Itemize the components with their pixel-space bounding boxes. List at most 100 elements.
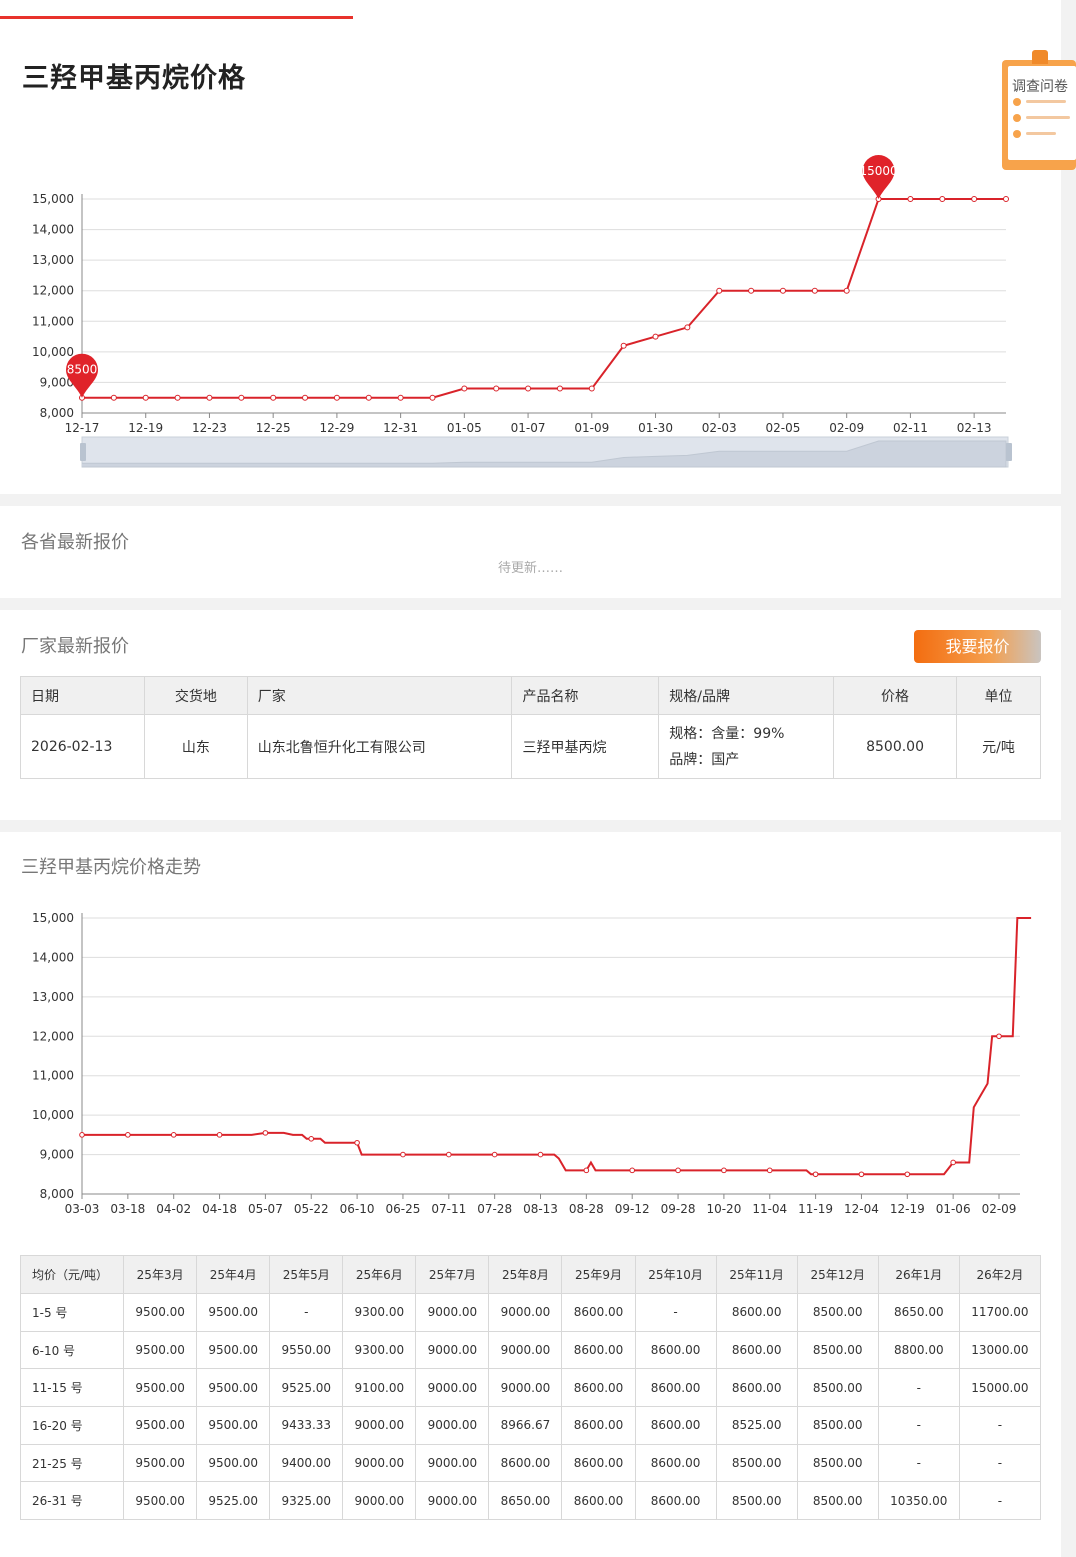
x-tick-label: 08-28 [569,1202,604,1216]
x-tick-label: 02-11 [893,421,928,435]
col-header: 26年2月 [958,1255,1042,1294]
y-tick-label: 9,000 [40,1148,74,1162]
data-point [950,1159,956,1166]
price-cell: 9525.00 [269,1368,344,1408]
y-tick-label: 10,000 [32,1108,74,1122]
price-cell: 9500.00 [123,1406,198,1445]
x-tick-label: 12-04 [844,1202,879,1216]
pin-label: 8500 [67,363,98,377]
price-cell: 8600.00 [715,1368,798,1408]
data-point [779,287,786,294]
y-tick-label: 14,000 [32,950,74,964]
row-label-cell: 26-31 号 [19,1481,125,1521]
x-tick-label: 01-09 [574,421,609,435]
price-cell: 9000.00 [415,1330,490,1370]
col-header: 25年6月 [342,1255,417,1294]
col-header: 均价（元/吨） [19,1255,125,1294]
price-cell: 9433.33 [269,1406,344,1445]
table-row: 1-5 号 9500.00 9500.00-9300.00 9000.00 9000.0… [19,1293,1042,1332]
row-label-cell: 11-15 号 [19,1368,125,1408]
data-point [766,1167,773,1174]
data-point [142,394,149,401]
price-cell: 9000.00 [342,1406,417,1445]
col-header: 日期 [20,676,145,715]
data-point [461,385,468,392]
price-cell: 9000.00 [342,1481,417,1521]
data-point [238,394,245,401]
data-point [812,1171,819,1178]
data-point [1003,196,1009,202]
data-point [110,394,117,401]
x-tick-label: 06-25 [386,1202,421,1216]
data-point [206,394,213,401]
factory-quote-table: 日期 交货地 厂家 产品名称 规格/品牌 价格 单位 2026-02-13 山东… [20,676,1041,779]
price-cell: 9300.00 [342,1293,417,1332]
price-line-chart[interactable]: 8,0009,00010,00011,00012,00013,00014,000… [0,0,1061,480]
price-cell: 9500.00 [196,1443,271,1483]
x-tick-label: 12-19 [890,1202,925,1216]
y-tick-label: 15,000 [32,192,74,206]
x-tick-label: 01-30 [638,421,673,435]
col-header: 25年8月 [488,1255,563,1294]
price-cell: 9325.00 [269,1481,344,1521]
price-cell: 9400.00 [269,1443,344,1483]
y-tick-label: 8,000 [40,406,74,420]
section-title: 厂家最新报价 [21,636,129,657]
x-tick-label: 02-09 [982,1202,1017,1216]
price-cell: 8600.00 [634,1406,717,1445]
price-cell: 9000.00 [415,1293,490,1332]
col-header: 规格/品牌 [658,676,835,715]
price-cell: - [877,1406,960,1445]
data-point [333,394,340,401]
date-cell: 2026-02-13 [20,714,145,779]
col-header: 厂家 [246,676,513,715]
y-tick-label: 8,000 [40,1187,74,1201]
table-row: 2026-02-13 山东 山东北鲁恒升化工有限公司 三羟甲基丙烷 规格：含量：… [20,714,1041,779]
price-cell: 9100.00 [342,1368,417,1408]
data-point [843,287,850,294]
trend-line-chart[interactable]: 8,000 9,000 10,000 11,000 12,000 13,000 14,000… [0,892,1061,1292]
submit-quote-button[interactable]: 我要报价 [914,630,1041,663]
price-cell: 8600.00 [561,1293,636,1332]
monthly-average-table: 均价（元/吨） 25年3月 25年4月 25年5月 25年6月 25年7月 25年8月 25年… [19,1255,1042,1521]
price-cell: 8600.00 [634,1481,717,1521]
data-point [493,385,500,392]
x-tick-label: 02-03 [702,421,737,435]
data-point [308,1136,315,1142]
price-cell: 8525.00 [715,1406,798,1445]
price-cell: 9000.00 [415,1368,490,1408]
product-cell: 三羟甲基丙烷 [511,714,660,779]
table-row: 26-31 号 9500.00 9525.00 9325.00 9000.00 9000.… [19,1481,1042,1521]
data-point [904,1171,911,1178]
y-tick-label: 13,000 [32,253,74,267]
price-cell: 9500.00 [123,1368,198,1408]
survey-label: 调查问卷 [1012,79,1068,95]
row-label-cell: 6-10 号 [19,1330,125,1370]
company-cell[interactable]: 山东北鲁恒升化工有限公司 [246,714,513,779]
section-title: 各省最新报价 [21,532,129,553]
price-cell: 8600.00 [561,1368,636,1408]
price-cell: - [958,1406,1042,1445]
price-cell: 8500.00 [796,1368,879,1408]
price-cell: - [877,1368,960,1408]
col-header: 25年3月 [123,1255,198,1294]
col-header: 25年9月 [561,1255,636,1294]
data-point [629,1167,636,1174]
price-trend-panel: 三羟甲基丙烷价格走势 8,000 9,000 10,000 11,000 12,000 1… [0,832,1061,1557]
data-point [684,324,691,331]
price-cell: 8600.00 [634,1330,717,1370]
price-cell: 9500.00 [196,1406,271,1445]
price-cell: 8500.00 [796,1406,879,1445]
data-point [400,1151,406,1158]
price-series-line [82,198,1006,399]
x-tick-label: 06-10 [340,1202,375,1216]
price-series-line [82,917,1032,1176]
x-tick-label: 08-13 [523,1202,558,1216]
survey-widget[interactable]: 调查问卷 [1002,50,1076,170]
x-tick-label: 02-09 [829,421,864,435]
zoom-handle-right [1006,443,1012,461]
table-header-row: 日期 交货地 厂家 产品名称 规格/品牌 价格 单位 [20,676,1041,715]
table-row: 11-15 号 9500.00 9500.00 9525.00 9100.00 9000.… [19,1368,1042,1408]
x-tick-label: 09-12 [615,1202,650,1216]
data-point [811,287,818,294]
